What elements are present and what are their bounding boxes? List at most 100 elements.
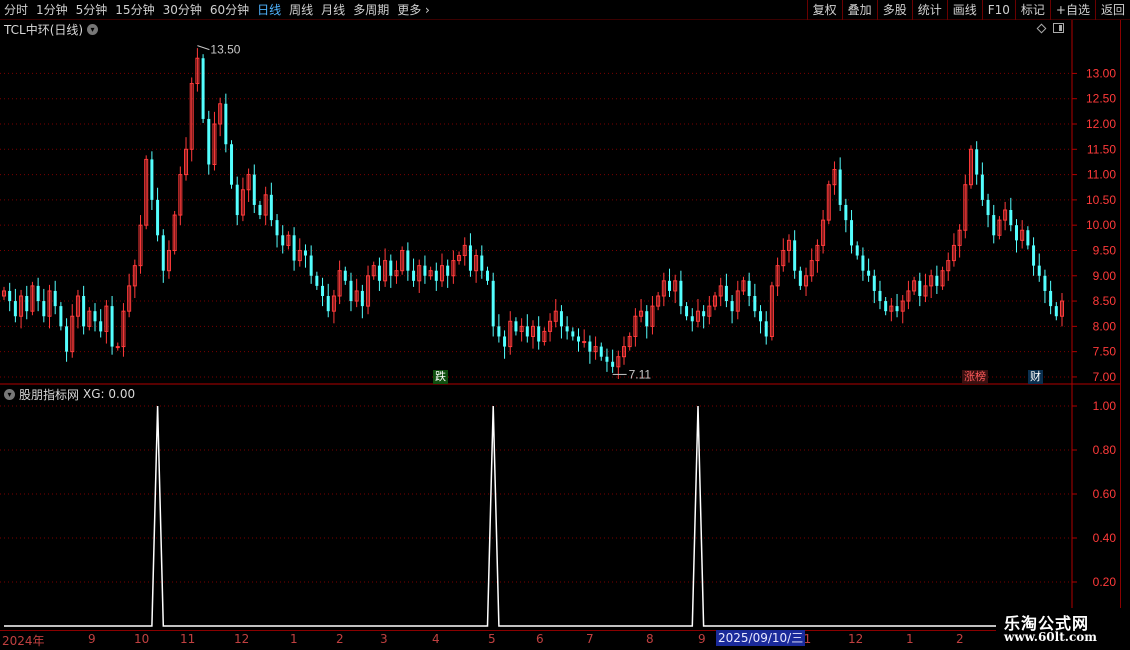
- candle-body: [360, 290, 364, 307]
- candle-body: [446, 265, 450, 276]
- candle-body: [230, 144, 234, 185]
- candle-body: [1049, 290, 1053, 307]
- candle-body: [207, 118, 211, 165]
- candle-body: [980, 174, 984, 200]
- candle-body: [224, 103, 228, 145]
- indicator-header: ▾ 股朋指标网 XG: 0.00: [4, 386, 135, 402]
- date-label: 4: [432, 632, 440, 646]
- candle-body: [702, 311, 706, 317]
- candle-body: [730, 301, 734, 312]
- candle-body: [275, 220, 279, 236]
- y-tick-label: 10.00: [1086, 218, 1116, 232]
- candle-body: [605, 356, 609, 362]
- candle-body: [571, 331, 575, 337]
- candle-body: [412, 270, 416, 281]
- candle-body: [258, 204, 262, 216]
- date-label: 8: [646, 632, 654, 646]
- candle-body: [252, 174, 256, 205]
- candle-body: [764, 321, 768, 337]
- candle-body: [13, 301, 17, 317]
- candle-body: [36, 285, 40, 302]
- right-side-strip: [1120, 20, 1130, 630]
- y-tick-label: 11.00: [1087, 168, 1116, 182]
- candle-body: [59, 306, 63, 327]
- chart-canvas[interactable]: 13.0012.5012.0011.5011.0010.5010.009.509…: [0, 0, 1130, 650]
- date-label: 1: [290, 632, 298, 646]
- watermark: 乐淘公式网 www.60lt.com: [996, 608, 1130, 650]
- candle-body: [53, 290, 57, 307]
- marker-die[interactable]: 跌: [433, 370, 448, 384]
- candle-body: [855, 245, 859, 256]
- candle-body: [844, 204, 848, 221]
- marker-zhangbang[interactable]: 涨榜: [962, 370, 988, 384]
- candle-body: [878, 290, 882, 302]
- candle-body: [156, 199, 160, 236]
- date-label: 9: [698, 632, 706, 646]
- candle-body: [281, 235, 285, 246]
- marker-cai[interactable]: 财: [1028, 370, 1043, 384]
- candle-body: [349, 280, 353, 302]
- date-label: 5: [488, 632, 496, 646]
- candle-body: [235, 184, 239, 216]
- candle-body: [599, 346, 603, 357]
- candle-body: [161, 235, 165, 271]
- candle-body: [537, 326, 541, 342]
- y-tick-label: 8.00: [1093, 319, 1117, 333]
- y-tick-label: 7.50: [1093, 345, 1117, 359]
- candle-body: [269, 194, 273, 221]
- candle-body: [559, 311, 563, 327]
- candle-body: [992, 215, 996, 236]
- y-tick-label: 11.50: [1087, 142, 1116, 156]
- candle-body: [565, 326, 569, 332]
- candle-body: [377, 265, 381, 281]
- xg-signal-line: [4, 405, 1062, 627]
- candle-body: [99, 321, 103, 332]
- candle-body: [25, 296, 29, 312]
- candle-body: [588, 341, 592, 352]
- y-tick-label: 0.80: [1093, 443, 1117, 457]
- candle-body: [867, 270, 871, 276]
- candle-body: [1009, 210, 1013, 226]
- panel-icons: [1036, 23, 1064, 33]
- layout-toggle-icon[interactable]: [1053, 23, 1064, 33]
- main-chart-header: TCL中环(日线) ▾: [4, 21, 99, 37]
- candle-body: [525, 326, 529, 337]
- candle-body: [1054, 306, 1058, 317]
- candle-body: [514, 321, 518, 332]
- date-label: 2: [956, 632, 964, 646]
- candle-body: [861, 255, 865, 271]
- candle-body: [1032, 245, 1036, 266]
- chevron-down-icon[interactable]: ▾: [4, 388, 15, 400]
- date-label: 9: [88, 632, 96, 646]
- candle-body: [343, 270, 347, 281]
- candle-body: [8, 290, 12, 302]
- candle-body: [872, 275, 876, 291]
- candle-body: [42, 301, 46, 317]
- candle-body: [93, 311, 97, 322]
- watermark-url: www.60lt.com: [1004, 630, 1097, 644]
- candle-body: [685, 306, 689, 317]
- chevron-down-icon[interactable]: ▾: [87, 23, 99, 35]
- max-pointer: [197, 45, 210, 51]
- min-price-label: 7.11: [629, 367, 652, 381]
- candle-body: [406, 250, 410, 271]
- diamond-icon[interactable]: [1036, 23, 1047, 33]
- candle-body: [321, 285, 325, 296]
- candle-body: [468, 245, 472, 271]
- candle-body: [423, 265, 427, 276]
- candle-body: [798, 270, 802, 286]
- date-label: 2: [336, 632, 344, 646]
- date-label: 6: [536, 632, 544, 646]
- candle-body: [747, 280, 751, 296]
- candle-body: [434, 270, 438, 281]
- candle-body: [309, 255, 313, 276]
- date-label: 10: [134, 632, 150, 646]
- indicator-title: 股朋指标网: [19, 387, 80, 402]
- candle-body: [611, 361, 615, 367]
- candle-body: [838, 169, 842, 205]
- candle-body: [497, 326, 501, 337]
- candle-body: [577, 336, 581, 342]
- candle-body: [480, 255, 484, 271]
- candle-body: [793, 240, 797, 271]
- indicator-value: XG: 0.00: [83, 387, 136, 401]
